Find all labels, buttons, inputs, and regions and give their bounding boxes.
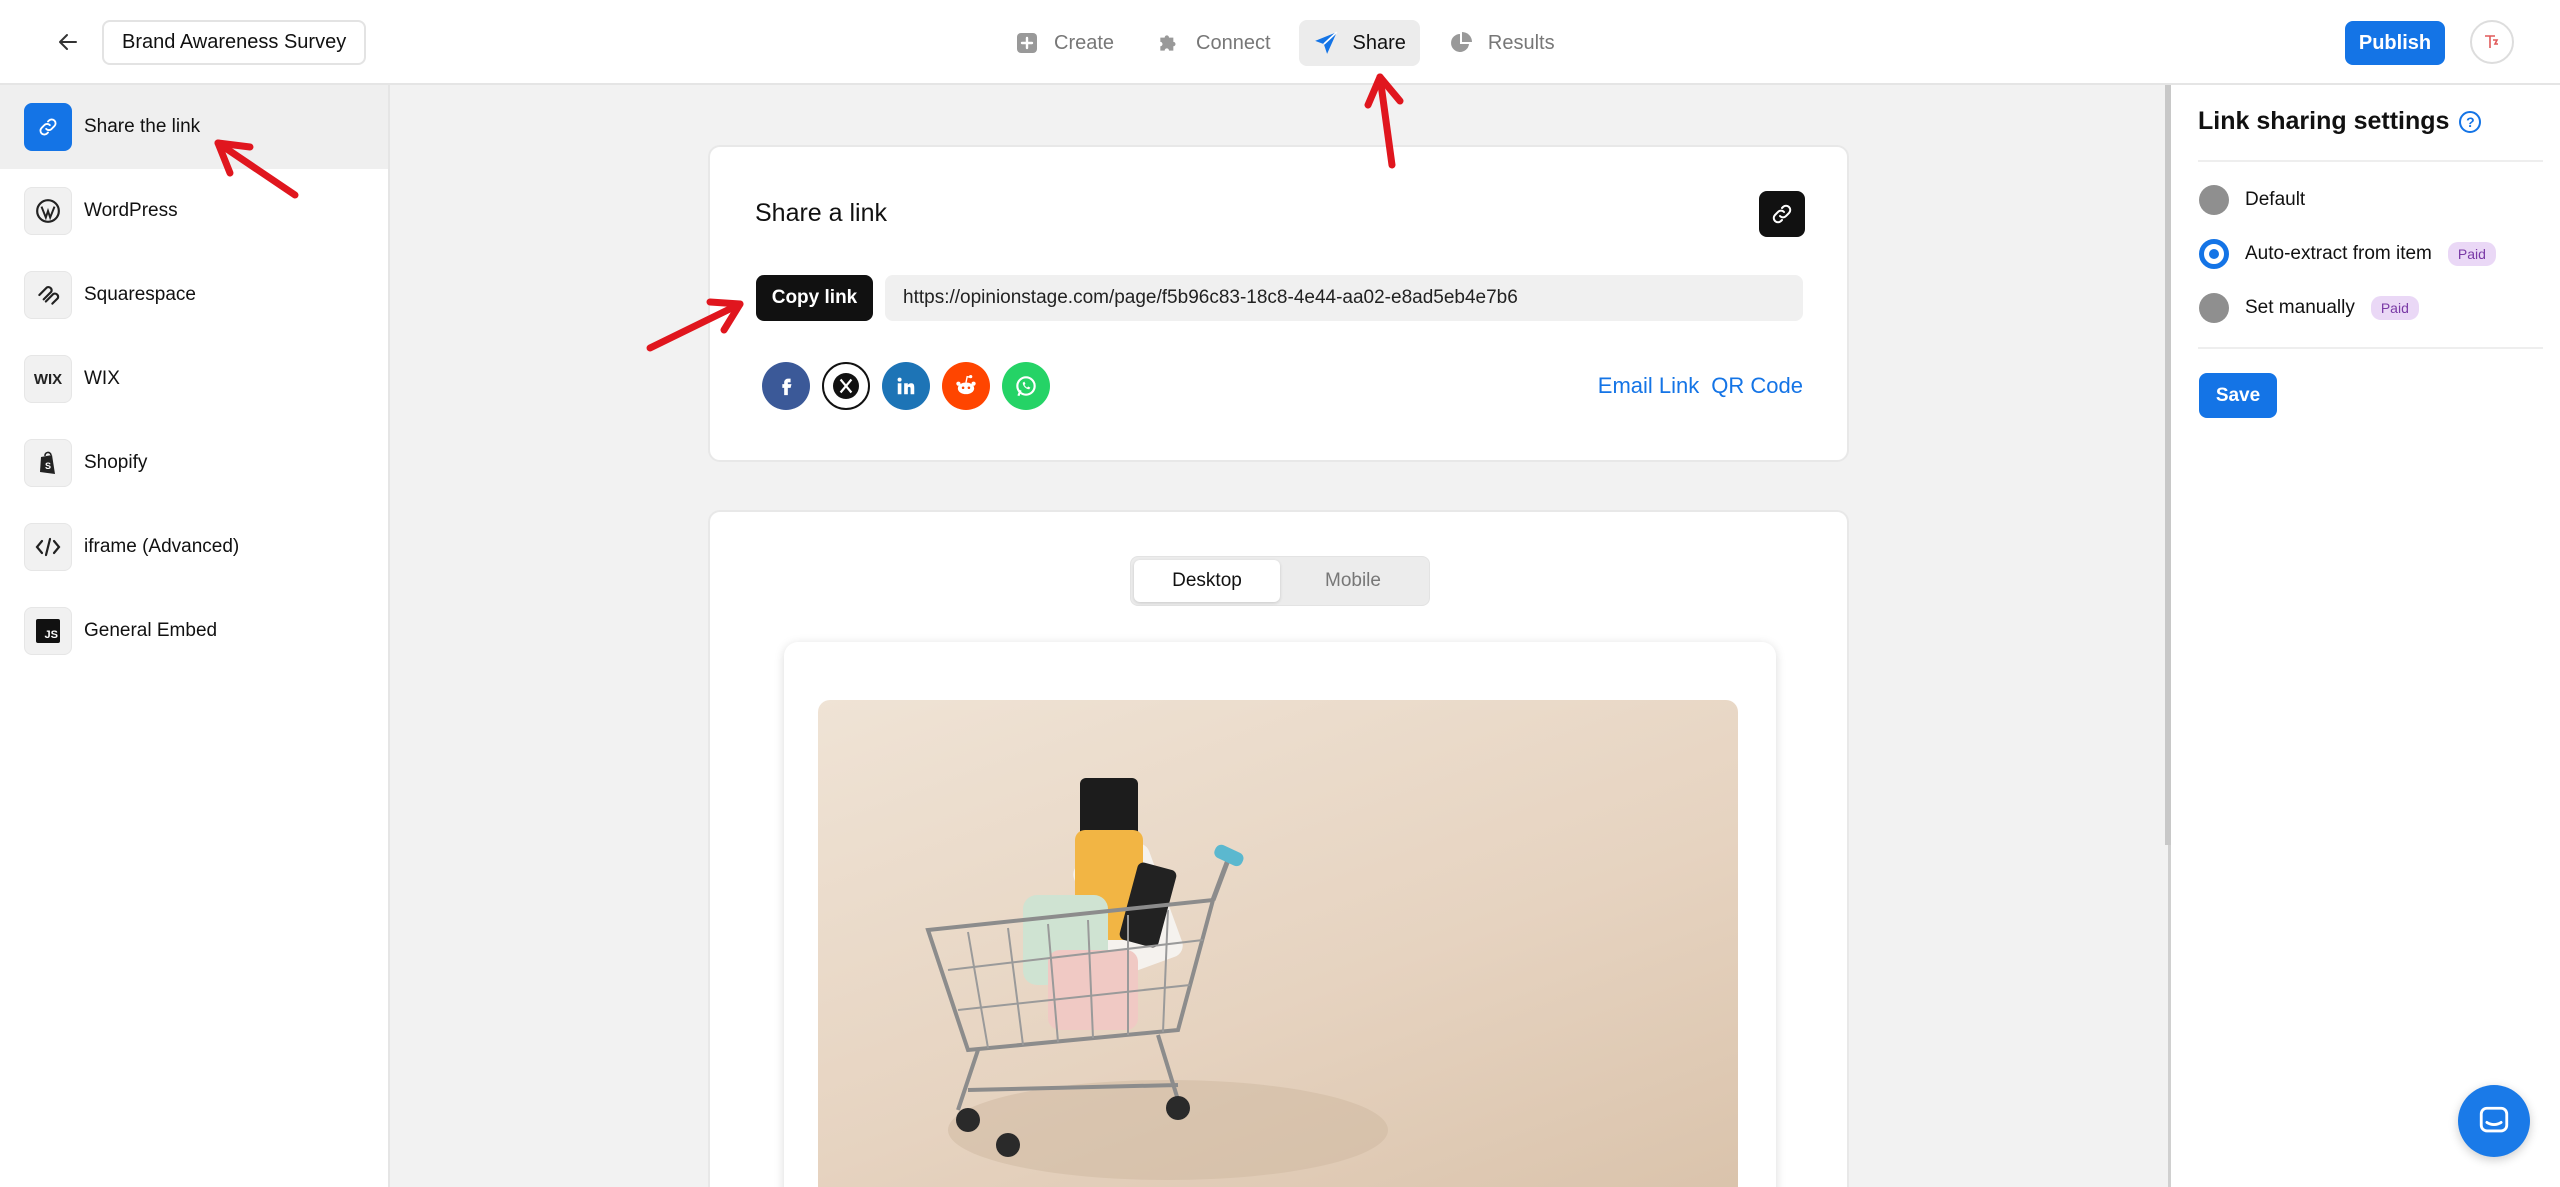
sidebar-item-wordpress[interactable]: WordPress: [0, 169, 388, 253]
copy-link-button[interactable]: Copy link: [756, 275, 873, 321]
facebook-icon: [782, 378, 792, 396]
puzzle-icon: [1156, 30, 1182, 56]
tab-create[interactable]: Create: [1000, 20, 1128, 66]
sidebar-item-label: Share the link: [84, 116, 201, 137]
device-toggle: Desktop Mobile: [1130, 556, 1430, 606]
wordpress-icon: [24, 187, 72, 235]
tab-results-label: Results: [1487, 31, 1555, 54]
link-icon-button[interactable]: [1759, 191, 1805, 237]
linkedin-icon: [897, 377, 915, 395]
link-settings-panel: Link sharing settings ? Default Auto-ext…: [2165, 85, 2560, 1187]
survey-cover-image: [818, 700, 1738, 1187]
sidebar-item-wix[interactable]: WIX WIX: [0, 337, 388, 421]
sidebar-item-squarespace[interactable]: Squarespace: [0, 253, 388, 337]
svg-text:S: S: [45, 461, 51, 471]
radio-set-manually[interactable]: Set manually Paid: [2199, 293, 2419, 323]
extra-share-links: Email Link QR Code: [1598, 373, 1803, 399]
preview-frame: [784, 642, 1776, 1187]
user-logo-icon: [2485, 35, 2499, 48]
linkedin-share-button[interactable]: [882, 362, 930, 410]
paper-plane-icon: [1313, 30, 1339, 56]
desktop-toggle[interactable]: Desktop: [1134, 560, 1280, 602]
sidebar-item-iframe[interactable]: iframe (Advanced): [0, 505, 388, 589]
reddit-icon: [956, 375, 976, 395]
facebook-share-button[interactable]: [762, 362, 810, 410]
sidebar-item-label: Squarespace: [84, 284, 196, 305]
sidebar-item-label: General Embed: [84, 620, 218, 641]
paid-badge: Paid: [2447, 242, 2496, 266]
radio-button[interactable]: [2199, 239, 2229, 269]
share-link-card: Share a link Copy link Email Link QR Cod…: [708, 145, 1849, 462]
tab-create-label: Create: [1054, 31, 1115, 54]
whatsapp-share-button[interactable]: [1002, 362, 1050, 410]
avatar[interactable]: [2470, 20, 2514, 64]
share-url-field[interactable]: [885, 275, 1803, 321]
radio-default[interactable]: Default: [2199, 185, 2305, 215]
chat-icon: [2479, 1106, 2509, 1133]
main-tabs: Create Connect Share Results: [1000, 20, 1569, 66]
survey-title-field[interactable]: Brand Awareness Survey: [102, 20, 367, 65]
radio-auto-extract[interactable]: Auto-extract from item Paid: [2199, 239, 2496, 269]
publish-button[interactable]: Publish: [2345, 21, 2445, 65]
top-bar: Brand Awareness Survey Create Connect Sh…: [0, 0, 2560, 85]
sidebar-item-label: WIX: [84, 368, 120, 389]
link-icon: [24, 103, 72, 151]
js-icon-text: JS: [36, 619, 60, 643]
preview-card: Desktop Mobile: [708, 510, 1849, 1187]
sidebar-item-label: Shopify: [84, 452, 148, 473]
social-share-buttons: [762, 362, 1050, 410]
plus-square-icon: [1014, 30, 1040, 56]
mobile-toggle[interactable]: Mobile: [1280, 560, 1426, 602]
settings-title: Link sharing settings ?: [2198, 107, 2482, 136]
sidebar-item-label: iframe (Advanced): [84, 536, 240, 557]
settings-title-text: Link sharing settings: [2198, 107, 2450, 135]
whatsapp-icon: [1016, 376, 1036, 397]
annotation-arrow: [646, 298, 744, 352]
x-icon: [833, 373, 859, 399]
paid-badge: Paid: [2370, 296, 2419, 320]
back-button[interactable]: [48, 22, 88, 62]
radio-button[interactable]: [2199, 293, 2229, 323]
sidebar: Share the link WordPress Squarespace WIX…: [0, 85, 390, 1187]
divider: [2198, 347, 2543, 349]
scrollbar[interactable]: [2165, 85, 2171, 845]
email-link[interactable]: Email Link: [1598, 373, 1699, 399]
radio-label: Set manually: [2245, 297, 2355, 318]
js-icon: JS: [24, 607, 72, 655]
tab-results[interactable]: Results: [1434, 20, 1569, 66]
radio-label: Default: [2245, 189, 2306, 210]
tab-share-label: Share: [1352, 31, 1406, 54]
reddit-share-button[interactable]: [942, 362, 990, 410]
tab-share[interactable]: Share: [1298, 20, 1420, 66]
code-icon: [24, 523, 72, 571]
sidebar-item-general-embed[interactable]: JS General Embed: [0, 589, 388, 673]
chat-support-button[interactable]: [2458, 1085, 2530, 1157]
shopify-icon: S: [24, 439, 72, 487]
qr-code-link[interactable]: QR Code: [1711, 373, 1803, 399]
annotation-arrow: [1364, 73, 1404, 169]
arrow-left-icon: [59, 34, 77, 50]
tab-connect[interactable]: Connect: [1142, 20, 1285, 66]
annotation-arrow: [214, 139, 299, 199]
sidebar-item-label: WordPress: [84, 200, 178, 221]
save-button[interactable]: Save: [2199, 373, 2277, 418]
survey-title: Brand Awareness Survey: [122, 31, 347, 53]
x-share-button[interactable]: [822, 362, 870, 410]
help-icon[interactable]: ?: [2459, 110, 2482, 133]
radio-button[interactable]: [2199, 185, 2229, 215]
divider: [2198, 160, 2543, 162]
wix-icon: WIX: [24, 355, 72, 403]
radio-label: Auto-extract from item: [2245, 243, 2432, 264]
share-card-title: Share a link: [755, 199, 888, 227]
squarespace-icon: [24, 271, 72, 319]
tab-connect-label: Connect: [1196, 31, 1271, 54]
pie-chart-icon: [1448, 30, 1474, 56]
sidebar-item-share-link[interactable]: Share the link: [0, 85, 388, 169]
sidebar-item-shopify[interactable]: S Shopify: [0, 421, 388, 505]
link-icon: [1772, 204, 1792, 224]
